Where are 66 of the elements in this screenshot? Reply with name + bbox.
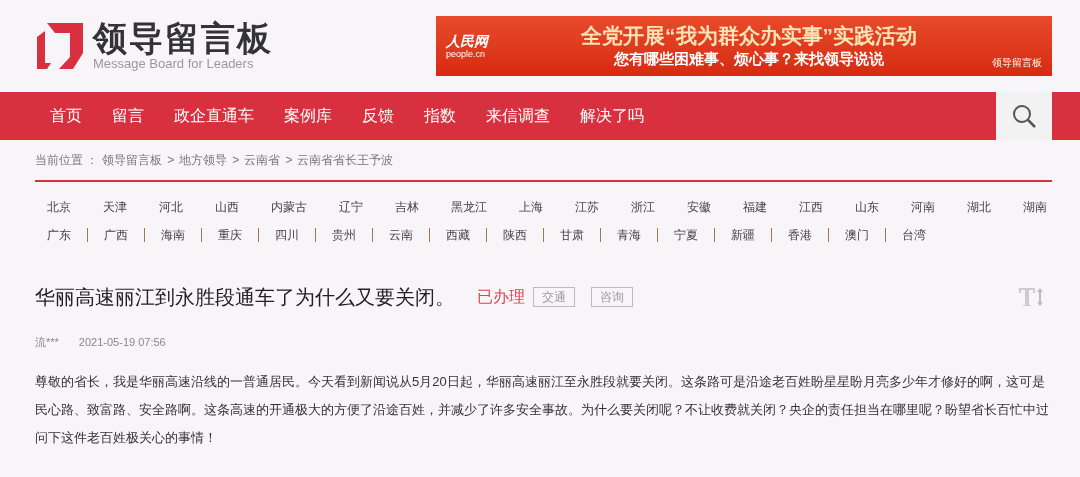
banner-ad[interactable]: 人民网 people.cn 全党开展“我为群众办实事”实践活动 您有哪些困难事、烦心事？来找领导说说 领导留言板 [436, 16, 1052, 76]
logo-subtitle: Message Board for Leaders [93, 56, 255, 72]
breadcrumb-link[interactable]: 领导留言板 [102, 151, 163, 169]
region-link[interactable]: 山东 [855, 198, 879, 216]
search-icon [1011, 103, 1037, 129]
region-link[interactable]: 湖南 [1023, 198, 1047, 216]
region-link[interactable]: 海南 [161, 226, 185, 244]
nav-link[interactable]: 案例库 [269, 104, 347, 128]
breadcrumb-link[interactable]: 地方领导 [179, 151, 228, 169]
logo-title: 领导留言板 [93, 20, 273, 56]
nav-link[interactable]: 首页 [35, 104, 97, 128]
region-link[interactable]: 澳门 [845, 226, 869, 244]
nav-link[interactable]: 来信调查 [471, 104, 565, 128]
breadcrumb-link[interactable]: 云南省省长王予波 [297, 151, 394, 169]
breadcrumb-separator: > [285, 152, 293, 169]
source-domain: people.cn [446, 49, 486, 59]
nav-link[interactable]: 反馈 [347, 104, 409, 128]
region-link[interactable]: 河南 [911, 198, 935, 216]
region-link[interactable]: 黑龙江 [451, 198, 487, 216]
nav-link[interactable]: 解决了吗 [565, 104, 659, 128]
banner-headline: 全党开展“我为群众办实事”实践活动 [581, 23, 917, 49]
nav-link[interactable]: 指数 [409, 104, 471, 128]
region-link[interactable]: 浙江 [631, 198, 655, 216]
breadcrumb-separator: > [232, 152, 240, 169]
message-title: 华丽高速丽江到永胜段通车了为什么又要关闭。 [35, 285, 455, 310]
region-link[interactable]: 四川 [275, 226, 299, 244]
region-link[interactable]: 云南 [389, 226, 413, 244]
region-link[interactable]: 上海 [519, 198, 543, 216]
region-link[interactable]: 山西 [215, 198, 239, 216]
region-link[interactable]: 重庆 [218, 226, 242, 244]
region-link[interactable]: 内蒙古 [271, 198, 307, 216]
region-link[interactable]: 广东 [47, 226, 71, 244]
source-logo: 人民网 [446, 33, 488, 49]
region-link[interactable]: 福建 [743, 198, 767, 216]
breadcrumb-link[interactable]: 云南省 [244, 151, 281, 169]
region-link[interactable]: 安徽 [687, 198, 711, 216]
author-name: 流*** [35, 335, 59, 350]
status-label: 已办理 [477, 287, 525, 307]
region-link[interactable]: 湖北 [967, 198, 991, 216]
region-link[interactable]: 青海 [617, 226, 641, 244]
region-link[interactable]: 西藏 [446, 226, 470, 244]
region-link[interactable]: 陕西 [503, 226, 527, 244]
region-link[interactable]: 广西 [104, 226, 128, 244]
nav-link[interactable]: 政企直通车 [159, 104, 269, 128]
region-link[interactable]: 江苏 [575, 198, 599, 216]
region-link[interactable]: 江西 [799, 198, 823, 216]
region-link[interactable]: 河北 [159, 198, 183, 216]
logo-icon [37, 23, 83, 69]
banner-brand: 领导留言板 [991, 56, 1042, 70]
region-link[interactable]: 吉林 [395, 198, 419, 216]
banner-subline: 您有哪些困难事、烦心事？来找领导说说 [614, 49, 884, 69]
post-date: 2021-05-19 07:56 [78, 335, 166, 350]
region-link[interactable]: 甘肃 [560, 226, 584, 244]
nav-link[interactable]: 留言 [97, 104, 159, 128]
region-link[interactable]: 贵州 [332, 226, 356, 244]
breadcrumb-label: 当前位置 ： [35, 152, 99, 169]
region-link[interactable]: 天津 [103, 198, 127, 216]
region-link[interactable]: 辽宁 [339, 198, 363, 216]
region-link[interactable]: 新疆 [731, 226, 755, 244]
message-body: 尊敬的省长，我是华丽高速沿线的一普通居民。今天看到新闻说从5月20日起，华丽高速丽江至永胜段就要关闭。这条路可是沿途老百姓盼星星盼月亮多少年才修好的啊，这可是民心路、致富路、安全路啊。这条高速的开通极大的方便了沿途百姓，并减少了许多安全事故。为什么要关闭呢？不让收费就关闭？央企的责任担当在哪里呢？盼望省长百忙中过问下这件老百姓极关心的事情！ [35, 372, 1050, 447]
region-link[interactable]: 宁夏 [674, 226, 698, 244]
region-link[interactable]: 北京 [47, 198, 71, 216]
search-button[interactable] [996, 92, 1052, 140]
region-link[interactable]: 香港 [788, 226, 812, 244]
region-link[interactable]: 台湾 [902, 226, 926, 244]
breadcrumb-separator: > [167, 152, 175, 169]
